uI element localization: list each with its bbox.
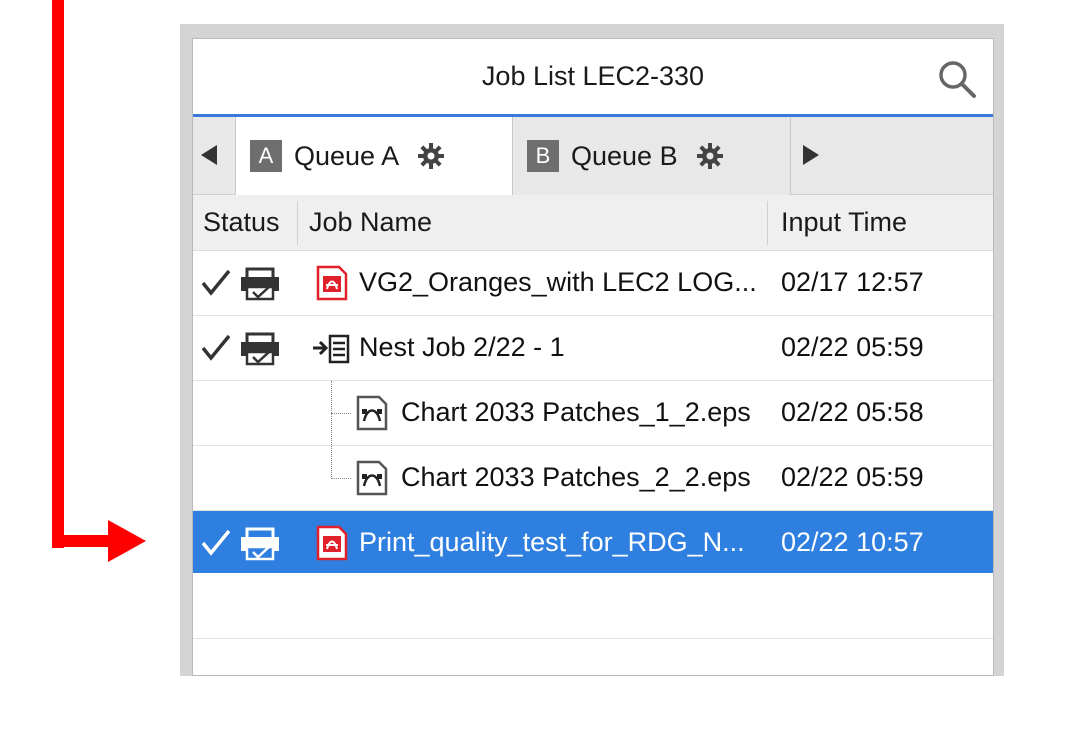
eps-file-icon bbox=[356, 460, 388, 496]
job-input-time: 02/22 10:57 bbox=[781, 527, 924, 557]
annotation-arrow-bar bbox=[52, 535, 112, 547]
tab-scroll-right-icon[interactable] bbox=[803, 145, 819, 165]
annotation-arrow-shaft bbox=[52, 0, 64, 548]
column-divider[interactable] bbox=[767, 201, 768, 245]
tab-scroll-left-icon[interactable] bbox=[201, 145, 217, 165]
column-header-row: Status Job Name Input Time bbox=[193, 195, 993, 251]
tab-queue-b[interactable]: B Queue B bbox=[513, 117, 791, 195]
job-status-done-icon bbox=[201, 332, 279, 366]
job-input-time: 02/22 05:58 bbox=[781, 397, 924, 427]
nest-job-icon bbox=[313, 334, 350, 364]
job-row[interactable]: Chart 2033 Patches_1_2.eps 02/22 05:58 bbox=[193, 381, 993, 446]
column-divider[interactable] bbox=[297, 201, 298, 245]
eps-file-icon bbox=[356, 395, 388, 431]
annotation-arrow-head bbox=[108, 520, 146, 562]
job-list-content: Job List LEC2-330 A Queue A B Queue B St… bbox=[192, 38, 994, 676]
job-input-time: 02/22 05:59 bbox=[781, 462, 924, 492]
tab-label: Queue B bbox=[571, 140, 678, 171]
title-bar: Job List LEC2-330 bbox=[193, 39, 993, 117]
column-header-input-time[interactable]: Input Time bbox=[781, 207, 907, 238]
window-title: Job List LEC2-330 bbox=[481, 61, 705, 91]
queue-letter-badge: A bbox=[250, 140, 282, 172]
column-header-job-name[interactable]: Job Name bbox=[309, 207, 432, 238]
job-status-done-icon bbox=[201, 267, 279, 301]
job-row[interactable]: Chart 2033 Patches_2_2.eps 02/22 05:59 bbox=[193, 446, 993, 511]
search-icon[interactable] bbox=[935, 57, 979, 101]
job-name: VG2_Oranges_with LEC2 LOG... bbox=[359, 267, 757, 297]
empty-row bbox=[193, 573, 993, 639]
job-row[interactable]: VG2_Oranges_with LEC2 LOG... 02/17 12:57 bbox=[193, 251, 993, 316]
column-header-status[interactable]: Status bbox=[203, 207, 280, 238]
queue-letter-badge: B bbox=[527, 140, 559, 172]
pdf-file-icon bbox=[316, 265, 348, 301]
gear-icon[interactable] bbox=[417, 142, 445, 170]
job-input-time: 02/17 12:57 bbox=[781, 267, 924, 297]
job-row[interactable]: Nest Job 2/22 - 1 02/22 05:59 bbox=[193, 316, 993, 381]
tab-label: Queue A bbox=[294, 140, 400, 171]
job-row-selected[interactable]: Print_quality_test_for_RDG_N... 02/22 10… bbox=[193, 511, 993, 573]
job-name: Chart 2033 Patches_2_2.eps bbox=[401, 462, 751, 492]
tab-queue-a[interactable]: A Queue A bbox=[235, 117, 513, 195]
job-input-time: 02/22 05:59 bbox=[781, 332, 924, 362]
job-status-done-icon bbox=[201, 527, 279, 561]
pdf-file-icon bbox=[316, 525, 348, 561]
job-name: Print_quality_test_for_RDG_N... bbox=[359, 527, 745, 557]
job-name: Nest Job 2/22 - 1 bbox=[359, 332, 565, 362]
job-list-panel: Job List LEC2-330 A Queue A B Queue B St… bbox=[180, 24, 1004, 676]
gear-icon[interactable] bbox=[696, 142, 724, 170]
queue-tab-strip: A Queue A B Queue B bbox=[193, 117, 993, 195]
job-name: Chart 2033 Patches_1_2.eps bbox=[401, 397, 751, 427]
